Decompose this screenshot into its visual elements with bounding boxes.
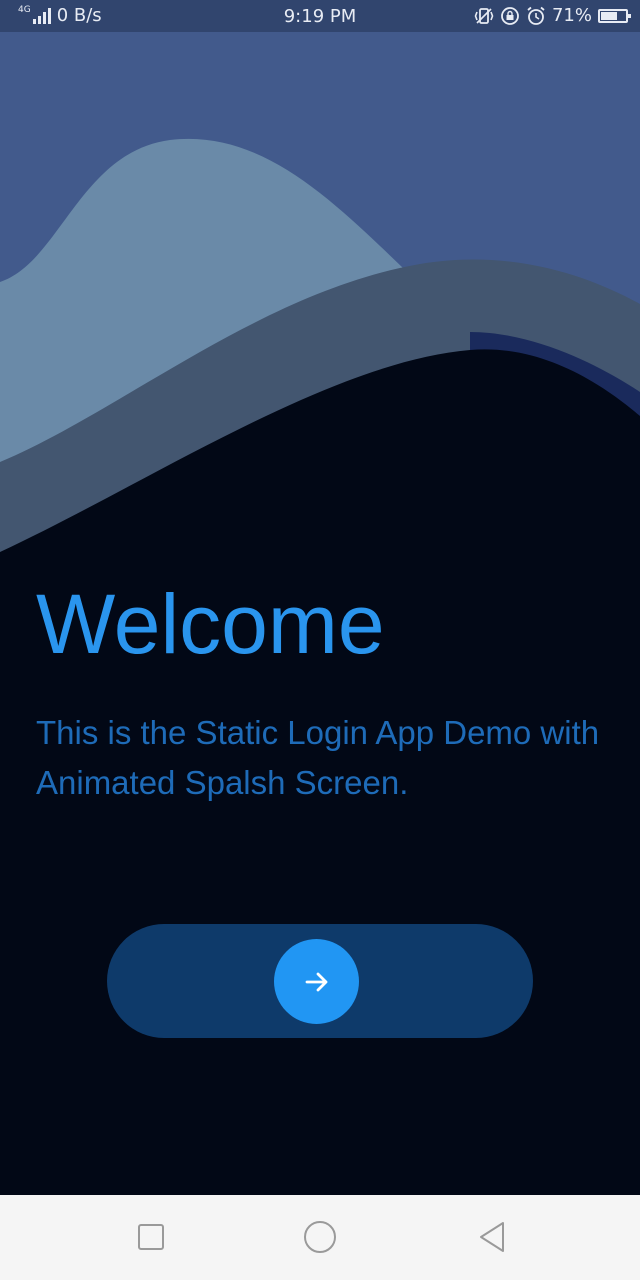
welcome-title: Welcome bbox=[36, 577, 385, 671]
battery-icon bbox=[598, 8, 631, 23]
welcome-subtitle: This is the Static Login App Demo with A… bbox=[36, 714, 600, 801]
home-icon bbox=[304, 1221, 336, 1253]
vibrate-icon bbox=[474, 7, 494, 24]
battery-percent: 71% bbox=[551, 5, 592, 26]
back-icon bbox=[480, 1222, 504, 1252]
status-bar: 4G 0 B/s 9:19 PM 71% bbox=[0, 0, 640, 32]
welcome-screen: Welcome This is the Static Login App Dem… bbox=[0, 0, 640, 1195]
back-button[interactable] bbox=[464, 1211, 520, 1263]
next-button[interactable] bbox=[274, 939, 359, 1024]
recent-apps-icon bbox=[138, 1224, 164, 1250]
recent-apps-button[interactable] bbox=[123, 1211, 179, 1263]
navigation-bar bbox=[0, 1195, 640, 1280]
alarm-icon bbox=[527, 6, 545, 25]
status-right: 71% bbox=[474, 5, 631, 26]
arrow-right-icon bbox=[305, 972, 327, 991]
home-button[interactable] bbox=[292, 1211, 348, 1263]
battery-level bbox=[601, 11, 617, 20]
rotation-lock-icon bbox=[501, 6, 519, 25]
